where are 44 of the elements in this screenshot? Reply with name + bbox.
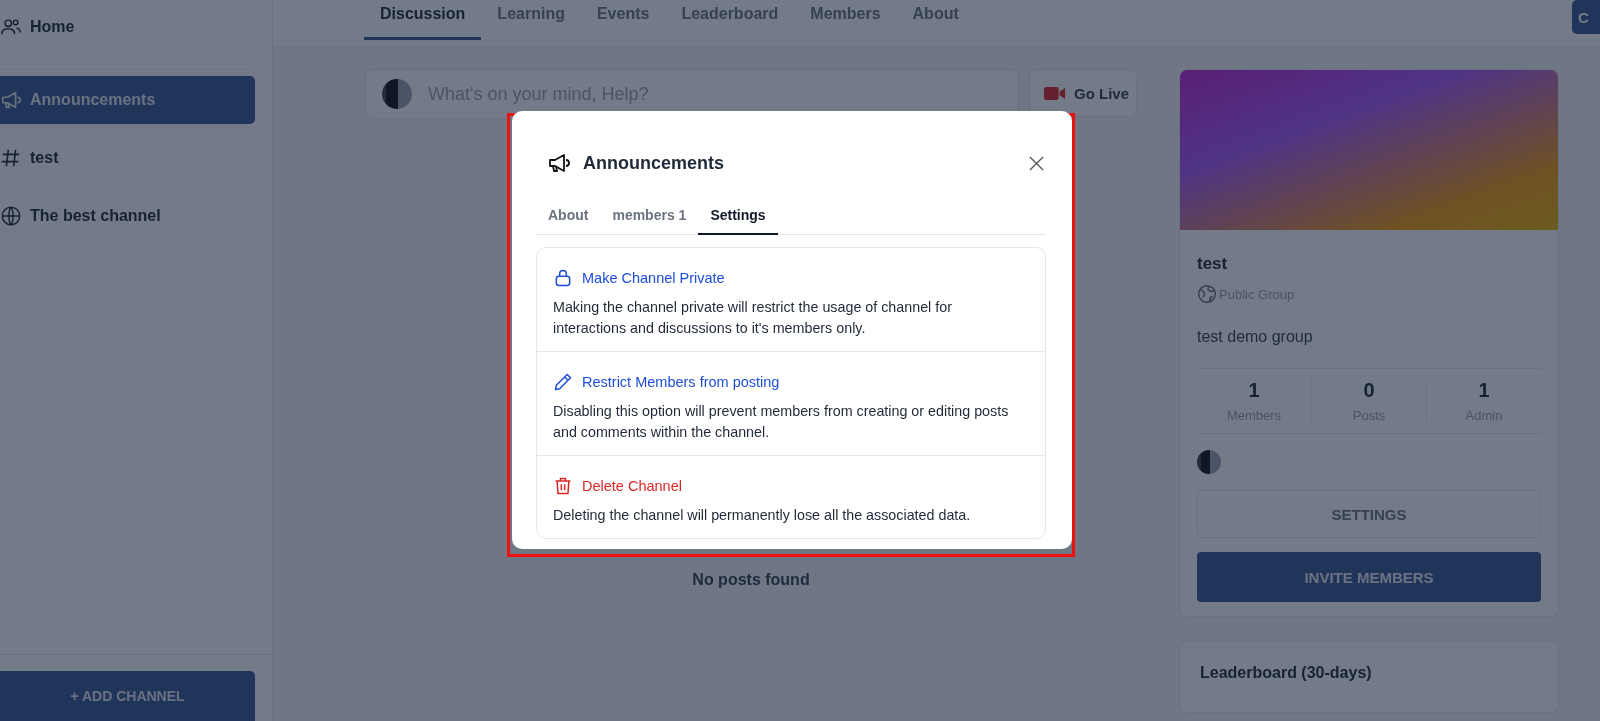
delete-channel-link[interactable]: Delete Channel <box>582 478 682 494</box>
home-link[interactable]: Home <box>0 3 255 51</box>
leaderboard-title: Leaderboard (30-days) <box>1200 664 1372 681</box>
close-icon[interactable] <box>1029 155 1044 171</box>
avatar-icon <box>1197 450 1221 474</box>
invite-members-button[interactable]: INVITE MEMBERS <box>1197 552 1541 602</box>
option-link[interactable]: Restrict Members from posting <box>582 374 780 390</box>
channel-item[interactable]: The best channel <box>0 192 255 240</box>
nav-tab[interactable]: Discussion <box>364 0 482 40</box>
option-description: Deleting the channel will permanently lose all the associated data. <box>553 506 972 525</box>
megaphone-icon <box>0 89 22 111</box>
nav-tab[interactable]: Leaderboard <box>665 0 795 40</box>
globe-icon <box>0 205 22 227</box>
option-link[interactable]: Make Channel Private <box>582 270 725 286</box>
pencil-icon <box>553 372 573 392</box>
channel-item[interactable]: Announcements <box>0 76 255 124</box>
go-live-button[interactable]: Go Live <box>1029 69 1137 117</box>
nav-tab[interactable]: About <box>896 0 975 40</box>
header-button[interactable]: C <box>1572 0 1600 34</box>
dialog-tab[interactable]: Settings <box>698 199 778 235</box>
dialog-tab[interactable]: About <box>536 199 601 235</box>
lock-icon <box>553 268 573 288</box>
avatar-icon <box>382 79 412 109</box>
add-channel-button[interactable]: + ADD CHANNEL <box>0 671 255 721</box>
stat-value: 1 <box>1248 379 1260 402</box>
option-description: Making the channel private will restrict the usage of channel for interactions and discussions to it's members only. <box>553 298 953 338</box>
nav-tab[interactable]: Learning <box>481 0 581 40</box>
trash-icon <box>553 476 573 496</box>
nav-tab[interactable]: Members <box>794 0 897 40</box>
empty-message: No posts found <box>692 571 810 589</box>
megaphone-icon <box>547 151 571 175</box>
hash-icon <box>0 147 22 169</box>
option-description: Disabling this option will prevent members from creating or editing posts and comments within the channel. <box>553 402 1010 442</box>
stat-value: 0 <box>1363 379 1375 402</box>
video-camera-icon <box>1044 85 1066 101</box>
channel-item[interactable]: test <box>0 134 255 182</box>
nav-tab[interactable]: Events <box>580 0 666 40</box>
dialog-tab[interactable]: members 1 <box>600 199 699 235</box>
settings-button[interactable]: SETTINGS <box>1197 490 1541 538</box>
stat-value: 1 <box>1478 379 1490 402</box>
group-name: test <box>1197 254 1229 274</box>
group-description: test demo group <box>1197 328 1314 346</box>
globe-icon <box>1197 284 1217 304</box>
dialog-title: Announcements <box>583 152 725 174</box>
